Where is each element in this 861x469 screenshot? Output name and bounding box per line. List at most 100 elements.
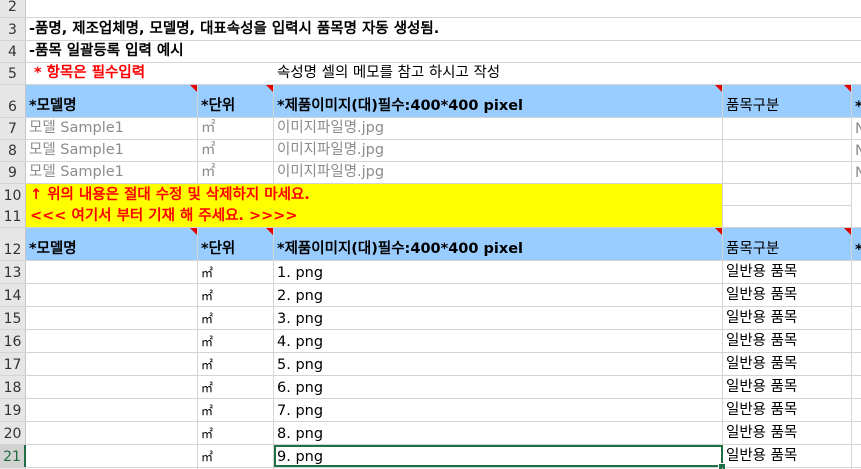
row-header[interactable]: 18 (0, 376, 26, 398)
model-cell[interactable] (26, 376, 198, 398)
row-header[interactable]: 3 (0, 18, 26, 40)
unit-cell[interactable]: ㎡ (198, 376, 274, 398)
row-header[interactable]: 21 (0, 445, 26, 467)
row-header[interactable]: 8 (0, 140, 26, 161)
required-note[interactable]: * 항목은 필수입력 (26, 63, 198, 84)
unit-cell[interactable]: ㎡ (198, 261, 274, 283)
next-cell[interactable] (852, 399, 861, 421)
row-header[interactable]: 12 (0, 228, 26, 260)
warning-do-not-edit[interactable]: ↑ 위의 내용은 절대 수정 및 삭제하지 마세요. (26, 184, 723, 206)
empty-cell[interactable] (723, 184, 852, 206)
next-cell[interactable] (852, 284, 861, 306)
sample-unit-cell[interactable]: ㎡ (198, 118, 274, 139)
unit-cell[interactable]: ㎡ (198, 330, 274, 352)
model-cell[interactable] (26, 422, 198, 444)
sample-next-cell[interactable]: N (852, 162, 861, 183)
row-header[interactable]: 17 (0, 353, 26, 375)
category-cell[interactable]: 일반용 품목 (723, 399, 852, 421)
image-filename-cell[interactable]: 7. png (274, 399, 723, 421)
model-cell[interactable] (26, 445, 198, 467)
category-cell[interactable]: 일반용 품목 (723, 376, 852, 398)
sample-model-cell[interactable]: 모델 Sample1 (26, 118, 198, 139)
model-cell[interactable] (26, 353, 198, 375)
model-cell[interactable] (26, 284, 198, 306)
unit-cell[interactable]: ㎡ (198, 353, 274, 375)
row-header[interactable]: 11 (0, 206, 26, 227)
header-model[interactable]: *모델명 (26, 228, 198, 260)
unit-cell[interactable]: ㎡ (198, 399, 274, 421)
model-cell[interactable] (26, 307, 198, 329)
header-next[interactable]: * (852, 85, 861, 117)
sample-category-cell[interactable] (723, 162, 852, 183)
row-header[interactable]: 19 (0, 399, 26, 421)
sample-model-cell[interactable]: 모델 Sample1 (26, 140, 198, 161)
comment-indicator-icon (190, 85, 197, 92)
header-image[interactable]: *제품이미지(대)필수:400*400 pixel (274, 228, 723, 260)
sample-next-cell[interactable]: N (852, 140, 861, 161)
row-header[interactable]: 4 (0, 41, 26, 62)
category-cell[interactable]: 일반용 품목 (723, 330, 852, 352)
instruction-bulk-example[interactable]: -품목 일괄등록 입력 예시 (26, 41, 184, 62)
sample-unit-cell[interactable]: ㎡ (198, 162, 274, 183)
sample-category-cell[interactable] (723, 118, 852, 139)
next-cell[interactable] (852, 261, 861, 283)
next-cell[interactable] (852, 376, 861, 398)
header-unit[interactable]: *단위 (198, 85, 274, 117)
image-filename-cell[interactable]: 5. png (274, 353, 723, 375)
row-header[interactable]: 15 (0, 307, 26, 329)
image-filename-cell[interactable]: 6. png (274, 376, 723, 398)
sample-category-cell[interactable] (723, 140, 852, 161)
header-category[interactable]: 품목구분 (723, 85, 852, 117)
next-cell[interactable] (852, 307, 861, 329)
image-filename-cell[interactable]: 4. png (274, 330, 723, 352)
model-cell[interactable] (26, 330, 198, 352)
unit-cell[interactable]: ㎡ (198, 307, 274, 329)
spreadsheet-grid[interactable]: 2 3 -품명, 제조업체명, 모델명, 대표속성을 입력시 품목명 자동 생성… (0, 0, 861, 469)
image-filename-cell[interactable]: 1. png (274, 261, 723, 283)
image-filename-cell[interactable]: 9. png (274, 445, 726, 469)
instruction-auto-name[interactable]: -품명, 제조업체명, 모델명, 대표속성을 입력시 품목명 자동 생성됨. (26, 18, 439, 40)
warning-start-here[interactable]: <<< 여기서 부터 기재 해 주세요. >>>> (26, 206, 723, 227)
row-header[interactable]: 20 (0, 422, 26, 444)
image-filename-cell[interactable]: 3. png (274, 307, 723, 329)
model-cell[interactable] (26, 399, 198, 421)
category-cell[interactable]: 일반용 품목 (723, 353, 852, 375)
sample-unit-cell[interactable]: ㎡ (198, 140, 274, 161)
row-header[interactable]: 2 (0, 0, 26, 17)
unit-cell[interactable]: ㎡ (198, 284, 274, 306)
row-header[interactable]: 5 (0, 63, 26, 84)
category-cell[interactable]: 일반용 품목 (723, 422, 852, 444)
image-filename-cell[interactable]: 2. png (274, 284, 723, 306)
row-header[interactable]: 13 (0, 261, 26, 283)
header-unit[interactable]: *단위 (198, 228, 274, 260)
sample-image-cell[interactable]: 이미지파일명.jpg (274, 140, 723, 161)
next-cell[interactable] (852, 422, 861, 444)
unit-cell[interactable]: ㎡ (198, 422, 274, 444)
row-header[interactable]: 9 (0, 162, 26, 183)
unit-cell[interactable]: ㎡ (198, 445, 274, 467)
row-header[interactable]: 6 (0, 85, 26, 117)
sample-image-cell[interactable]: 이미지파일명.jpg (274, 118, 723, 139)
category-cell[interactable]: 일반용 품목 (723, 284, 852, 306)
category-cell[interactable]: 일반용 품목 (723, 307, 852, 329)
empty-cell[interactable] (723, 206, 852, 227)
row-header[interactable]: 16 (0, 330, 26, 352)
category-cell[interactable]: 일반용 품목 (723, 261, 852, 283)
memo-note[interactable]: 속성명 셀의 메모를 참고 하시고 작성 (274, 63, 723, 84)
model-cell[interactable] (26, 261, 198, 283)
next-cell[interactable] (852, 330, 861, 352)
next-cell[interactable] (852, 353, 861, 375)
image-filename-cell[interactable]: 8. png (274, 422, 723, 444)
sample-next-cell[interactable]: N (852, 118, 861, 139)
sample-model-cell[interactable]: 모델 Sample1 (26, 162, 198, 183)
next-cell[interactable] (852, 445, 861, 467)
row-header[interactable]: 7 (0, 118, 26, 139)
header-image[interactable]: *제품이미지(대)필수:400*400 pixel (274, 85, 723, 117)
category-cell[interactable]: 일반용 품목 (723, 445, 852, 467)
header-category[interactable]: 품목구분 (723, 228, 852, 260)
header-next[interactable]: * (852, 228, 861, 260)
row-header[interactable]: 10 (0, 184, 26, 206)
sample-image-cell[interactable]: 이미지파일명.jpg (274, 162, 723, 183)
header-model[interactable]: *모델명 (26, 85, 198, 117)
row-header[interactable]: 14 (0, 284, 26, 306)
